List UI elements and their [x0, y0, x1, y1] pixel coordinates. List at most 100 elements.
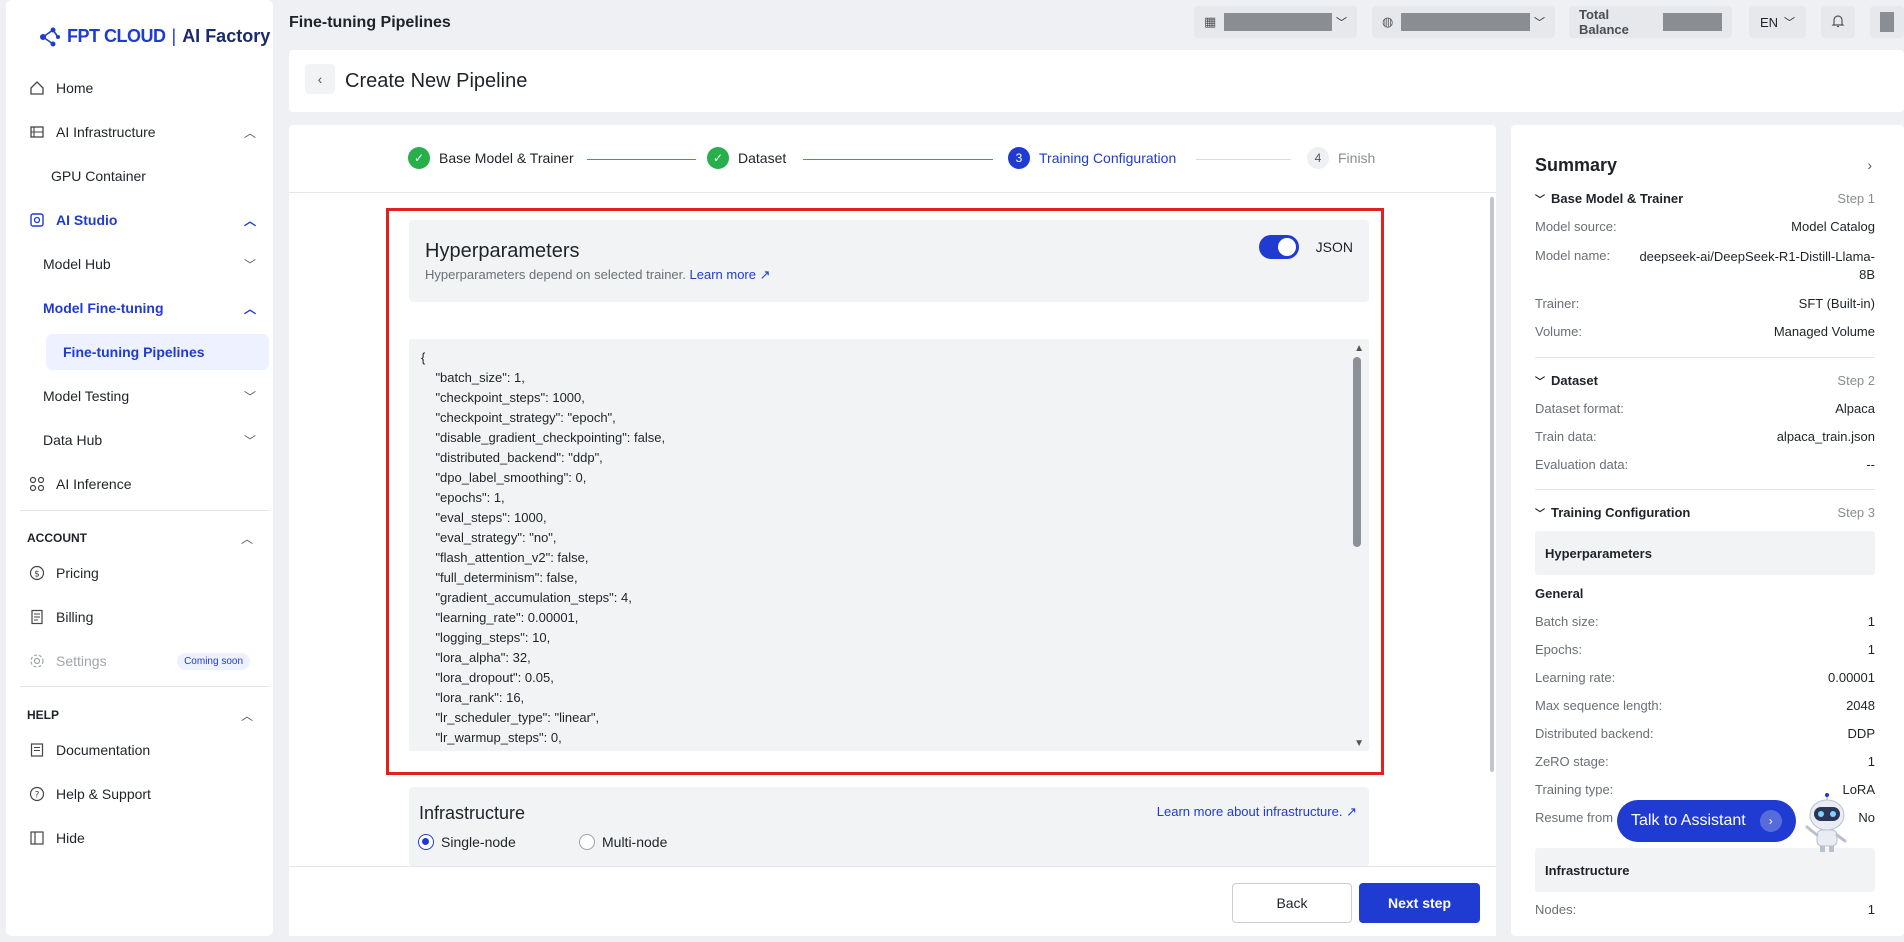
summary-row: Evaluation data: --	[1535, 457, 1875, 472]
logo[interactable]: FPT CLOUD | AI Factory	[39, 26, 270, 47]
step-label: Finish	[1338, 150, 1376, 166]
next-step-button[interactable]: Next step	[1359, 883, 1480, 923]
row-value: 1	[1867, 642, 1875, 657]
question-icon: ?	[28, 785, 46, 803]
section-title: ﹀ Base Model & Trainer	[1535, 191, 1683, 206]
sidebar-item-label: Settings	[56, 653, 107, 669]
sidebar-item-fine-tuning-pipelines[interactable]: Fine-tuning Pipelines	[46, 334, 269, 370]
back-step-button[interactable]: Back	[1232, 883, 1352, 923]
step-training-configuration[interactable]: 3 Training Configuration	[1008, 147, 1176, 169]
sidebar-item-label: Hide	[56, 830, 85, 846]
sidebar-item-model-fine-tuning[interactable]: Model Fine-tuning ︿	[20, 290, 270, 326]
general-label: General	[1535, 586, 1584, 601]
row-value: alpaca_train.json	[1776, 429, 1875, 444]
fpt-logo-icon	[40, 27, 60, 46]
sidebar-item-label: Model Hub	[43, 256, 111, 272]
row-key: Max sequence length:	[1535, 698, 1663, 713]
row-key: Learning rate:	[1535, 670, 1616, 685]
row-key: Model source:	[1535, 219, 1617, 234]
language-selector[interactable]: EN ﹀	[1749, 6, 1806, 38]
step-finish[interactable]: 4 Finish	[1307, 147, 1375, 169]
sidebar-item-ai-infrastructure[interactable]: AI Infrastructure ︿	[20, 114, 270, 150]
notification-button[interactable]	[1821, 6, 1855, 38]
talk-to-assistant-button[interactable]: Talk to Assistant ›	[1617, 800, 1796, 842]
chevron-down-icon: ﹀	[1784, 17, 1796, 29]
infrastructure-panel: Infrastructure Learn more about infrastr…	[409, 787, 1369, 867]
chevron-up-icon: ︿	[243, 213, 256, 228]
highlight-box	[386, 208, 1384, 775]
radio-single-node[interactable]: Single-node	[418, 834, 516, 850]
receipt-icon	[28, 608, 46, 626]
sidebar-item-data-hub[interactable]: Data Hub ﹀	[20, 422, 270, 458]
row-key: Distributed backend:	[1535, 726, 1654, 741]
radio-multi-node[interactable]: Multi-node	[579, 834, 667, 850]
sidebar-item-pricing[interactable]: $ Pricing	[20, 555, 270, 591]
chevron-right-icon[interactable]: ›	[1867, 157, 1872, 173]
total-balance[interactable]: Total Balance	[1569, 6, 1732, 38]
row-value: Alpaca	[1835, 401, 1875, 416]
sidebar-item-label: GPU Container	[51, 168, 146, 184]
gear-icon	[28, 652, 46, 670]
sidebar-item-billing[interactable]: Billing	[20, 599, 270, 635]
main-scrollbar[interactable]	[1490, 197, 1494, 772]
row-value: deepseek-ai/DeepSeek-R1-Distill-Llama-8B	[1639, 249, 1875, 282]
summary-section-dataset[interactable]: ﹀ Dataset Step 2	[1535, 373, 1875, 388]
row-value: 2048	[1846, 698, 1875, 713]
step-base-model[interactable]: ✓ Base Model & Trainer	[408, 147, 574, 169]
summary-row: Dataset format: Alpaca	[1535, 401, 1875, 416]
chevron-down-icon: ﹀	[1535, 377, 1545, 388]
header-title: Create New Pipeline	[345, 70, 528, 92]
sidebar-item-gpu-container[interactable]: GPU Container	[20, 158, 270, 194]
section-title-text: Base Model & Trainer	[1551, 191, 1684, 206]
sidebar-item-model-hub[interactable]: Model Hub ﹀	[20, 246, 270, 282]
studio-icon	[28, 211, 46, 229]
learn-more-label: Learn more about infrastructure.	[1156, 804, 1343, 819]
section-step: Step 1	[1837, 191, 1875, 206]
region-selector[interactable]: ◍ ﹀	[1372, 6, 1555, 38]
sidebar-item-label: Data Hub	[43, 432, 103, 448]
avatar[interactable]	[1870, 6, 1904, 38]
row-key: Epochs:	[1535, 642, 1582, 657]
row-value: --	[1866, 457, 1875, 472]
row-key: Evaluation data:	[1535, 457, 1629, 472]
section-step: Step 3	[1837, 505, 1875, 520]
chevron-down-icon: ﹀	[1336, 17, 1347, 29]
summary-section-training[interactable]: ﹀ Training Configuration Step 3	[1535, 505, 1875, 520]
svg-text:?: ?	[35, 791, 40, 801]
sidebar-item-hide[interactable]: Hide	[20, 820, 270, 856]
summary-row: Model name: deepseek-ai/DeepSeek-R1-Disti…	[1535, 248, 1875, 284]
back-button[interactable]: ‹	[305, 64, 335, 94]
sidebar-item-home[interactable]: Home	[20, 70, 270, 106]
section-label-help: HELP	[27, 708, 60, 722]
sidebar-item-label: AI Studio	[56, 212, 118, 228]
sidebar-item-label: AI Infrastructure	[56, 124, 156, 140]
step-label: Training Configuration	[1039, 150, 1177, 166]
chevron-down-icon: ﹀	[243, 433, 256, 448]
summary-section-base-model[interactable]: ﹀ Base Model & Trainer Step 1	[1535, 191, 1875, 206]
summary-row: Learning rate: 0.00001	[1535, 670, 1875, 685]
sidebar-item-documentation[interactable]: Documentation	[20, 732, 270, 768]
infrastructure-learn-more-link[interactable]: Learn more about infrastructure. ↗	[1157, 804, 1357, 820]
sidebar-item-ai-inference[interactable]: AI Inference	[20, 466, 270, 502]
building-icon: ▦	[1204, 14, 1217, 29]
step-dataset[interactable]: ✓ Dataset	[707, 147, 786, 169]
bell-icon	[1830, 13, 1846, 32]
infrastructure-title: Infrastructure	[419, 803, 526, 823]
row-key: Resume from	[1535, 810, 1614, 825]
section-label-account: ACCOUNT	[27, 531, 87, 545]
step-label: Dataset	[738, 150, 787, 166]
sidebar-item-model-testing[interactable]: Model Testing ﹀	[20, 378, 270, 414]
chevron-up-icon[interactable]: ︿	[241, 707, 253, 724]
section-title: ﹀ Dataset	[1535, 373, 1598, 388]
sidebar-item-help-support[interactable]: ? Help & Support	[20, 776, 270, 812]
summary-general-label: General	[1535, 586, 1875, 601]
server-icon	[28, 123, 46, 141]
chevron-up-icon[interactable]: ︿	[241, 530, 253, 547]
project-selector[interactable]: ▦ ﹀	[1194, 6, 1357, 38]
sidebar-item-label: Documentation	[56, 742, 151, 758]
step-connector	[1196, 159, 1291, 160]
robot-icon[interactable]	[1801, 793, 1853, 853]
sidebar-item-ai-studio[interactable]: AI Studio ︿	[20, 202, 270, 238]
summary-row: Distributed backend: DDP	[1535, 726, 1875, 741]
row-value: DDP	[1847, 726, 1875, 741]
